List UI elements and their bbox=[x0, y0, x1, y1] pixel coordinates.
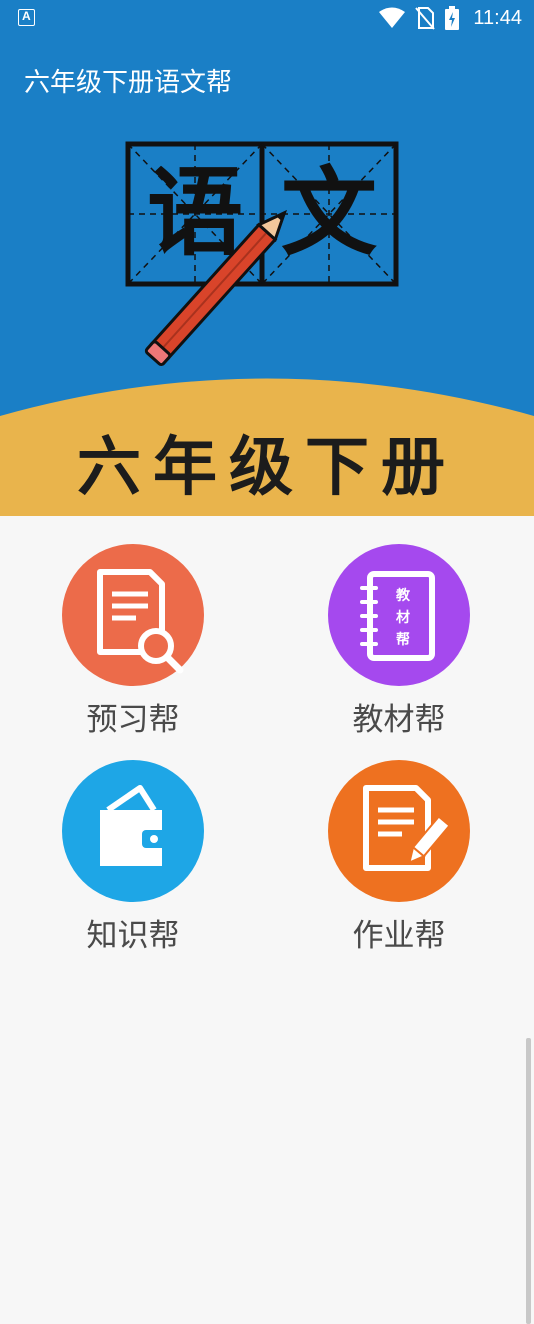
status-time: 11:44 bbox=[473, 6, 522, 29]
notebook-icon: 教 材 帮 bbox=[328, 544, 470, 686]
wallet-icon bbox=[62, 760, 204, 902]
app-notification-icon bbox=[18, 9, 35, 26]
menu-item-homework[interactable]: 作业帮 bbox=[289, 760, 509, 955]
banner-grade-text: 六年级下册 bbox=[77, 430, 457, 505]
battery-icon bbox=[445, 6, 460, 30]
wifi-icon bbox=[379, 7, 406, 28]
scrollbar[interactable] bbox=[526, 1038, 531, 1324]
menu-item-preview[interactable]: 预习帮 bbox=[23, 544, 243, 739]
no-sim-icon bbox=[415, 7, 436, 30]
document-edit-icon bbox=[328, 760, 470, 902]
svg-text:材: 材 bbox=[396, 609, 410, 626]
menu-item-textbook[interactable]: 教 材 帮 教材帮 bbox=[289, 544, 509, 739]
banner: 语 文 六年级下册 bbox=[0, 116, 534, 516]
menu-item-label: 知识帮 bbox=[86, 918, 180, 954]
menu-item-label: 教材帮 bbox=[352, 702, 446, 738]
banner-char-2: 文 bbox=[281, 156, 377, 269]
menu-item-label: 作业帮 bbox=[352, 918, 446, 954]
app-title: 六年级下册语文帮 bbox=[24, 68, 233, 98]
menu-item-knowledge[interactable]: 知识帮 bbox=[23, 760, 243, 955]
document-search-icon bbox=[62, 544, 204, 686]
status-bar: 11:44 bbox=[0, 0, 534, 36]
menu-item-label: 预习帮 bbox=[86, 702, 180, 738]
app-bar: 六年级下册语文帮 bbox=[0, 36, 534, 116]
banner-char-1: 语 bbox=[147, 156, 243, 269]
menu-grid: 预习帮 教 材 帮 教材帮 知识帮 作业帮 bbox=[0, 516, 534, 1324]
svg-text:帮: 帮 bbox=[396, 631, 410, 648]
svg-text:教: 教 bbox=[396, 587, 411, 604]
